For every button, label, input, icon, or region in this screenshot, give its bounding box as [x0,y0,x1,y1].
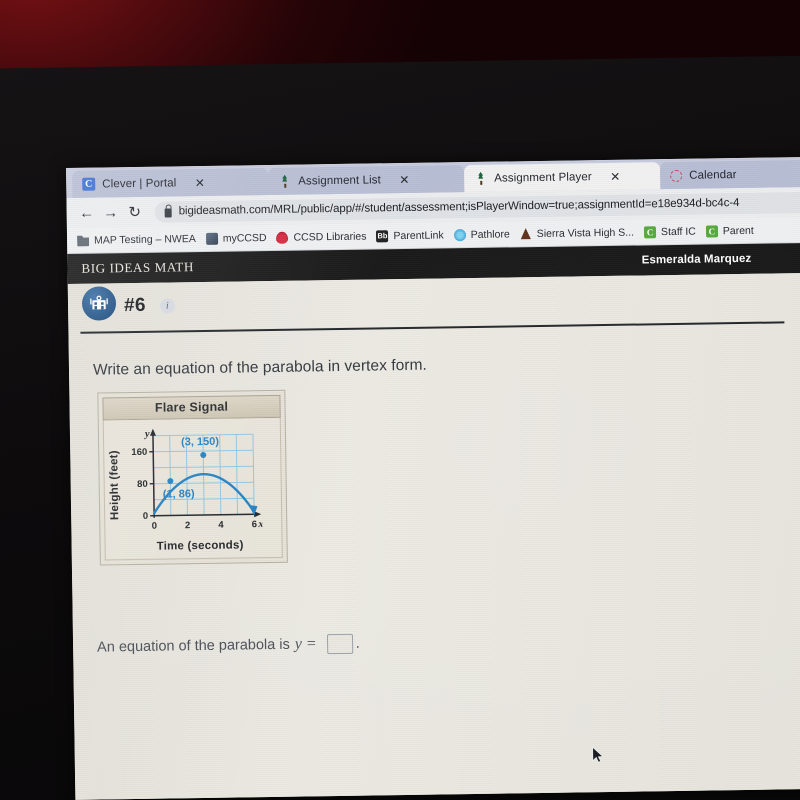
browser-tab-assignment-list[interactable]: Assignment List ✕ [268,165,465,196]
question-number: #6 [123,294,146,317]
reload-icon[interactable]: ↻ [122,200,146,224]
bookmark-label: ParentLink [393,228,444,242]
svg-text:80: 80 [137,479,148,490]
url-text: bigideasmath.com/MRL/public/app/#/studen… [178,197,740,218]
figure-flare-signal: Flare Signal Height (feet) 0 80 160 0 2 … [97,389,288,566]
y-axis-symbol: y [143,429,150,440]
bookmark-label: myCCSD [222,231,267,245]
svg-text:0: 0 [152,521,157,532]
answer-prefix: An equation of the parabola is [96,636,290,656]
close-icon[interactable]: ✕ [609,169,622,183]
y-axis-arrow [149,428,156,436]
user-name: Esmeralda Marquez [641,252,752,267]
photo-of-laptop-screen: C Clever | Portal ✕ Assignment List ✕ As… [0,0,800,800]
x-tick-labels: 0 2 4 6 [152,519,257,532]
question-prompt: Write an equation of the parabola in ver… [92,356,427,379]
svg-text:160: 160 [131,447,147,458]
pathlore-icon [453,228,466,241]
bookmark-label: Staff IC [660,225,696,238]
info-icon[interactable]: i [159,297,175,314]
svg-text:4: 4 [218,520,224,531]
clever-icon: C [643,225,657,238]
y-axis-label: Height (feet) [108,449,122,520]
browser-window: C Clever | Portal ✕ Assignment List ✕ As… [66,156,800,800]
calendar-favicon [670,169,683,182]
bookmark-label: Sierra Vista High S... [536,226,635,240]
mountain-icon [520,228,532,240]
assignment-content: #6 i Write an equation of the parabola i… [67,272,800,800]
parabola-chart: 0 80 160 0 2 4 6 y x (3, 150) (1, 86) [131,428,262,532]
assessment-icon [81,286,117,321]
answer-input[interactable] [326,633,353,655]
bookmark-label: CCSD Libraries [293,230,367,244]
vertex-annotation: (3, 150) [181,436,219,449]
svg-text:6: 6 [252,519,257,530]
bookmark-staff-ic[interactable]: C Staff IC [641,224,699,239]
bookmark-label: Parent [722,224,754,237]
close-icon[interactable]: ✕ [398,172,411,186]
y-tick-labels: 0 80 160 [131,447,148,522]
lock-icon [164,207,172,218]
folder-icon [77,234,89,246]
tab-title: Calendar [689,168,737,182]
app-brand: BIG IDEAS MATH [81,259,194,276]
mouse-cursor [592,746,604,763]
tab-title: Assignment Player [494,170,592,185]
bookmark-myccsd[interactable]: myCCSD [203,230,270,245]
x-axis-symbol: x [257,519,262,530]
bookmark-label: MAP Testing – NWEA [93,232,196,247]
drop-icon [276,231,289,244]
close-icon[interactable]: ✕ [193,175,206,189]
bookmark-ccsd-libraries[interactable]: CCSD Libraries [273,229,369,244]
bookmark-sierra-vista[interactable]: Sierra Vista High S... [517,225,637,241]
browser-tab-clever-portal[interactable]: C Clever | Portal ✕ [72,168,269,198]
back-icon[interactable]: ← [74,201,98,225]
answer-suffix: . [355,635,360,652]
clever-icon: C [705,224,718,238]
bookmark-label: Pathlore [470,227,510,241]
blackboard-icon: Bb [376,229,389,242]
clever-favicon: C [82,177,96,191]
svg-text:2: 2 [185,520,190,531]
figure-title: Flare Signal [102,394,281,421]
point-annotation: (1, 86) [163,488,195,500]
tab-title: Clever | Portal [102,176,177,190]
myccsd-icon [205,232,218,245]
bookmark-parent[interactable]: C Parent [703,223,757,238]
forward-icon[interactable]: → [98,200,122,224]
tab-title: Assignment List [298,173,381,188]
answer-variable: y = [294,635,317,653]
bookmark-parentlink[interactable]: Bb ParentLink [373,228,446,243]
svg-text:0: 0 [143,511,148,522]
browser-tab-assignment-player[interactable]: Assignment Player ✕ [464,162,661,193]
answer-row: An equation of the parabola is y = . [97,627,800,658]
vertex-point [200,451,207,458]
figure-body: Height (feet) 0 80 160 0 2 4 6 y x (3, 1… [102,417,283,561]
bookmark-map-testing[interactable]: MAP Testing – NWEA [74,232,199,248]
browser-tab-calendar[interactable]: Calendar [659,159,800,190]
bookmark-pathlore[interactable]: Pathlore [451,227,513,242]
tree-favicon [474,172,487,185]
tree-favicon [278,175,291,188]
x-axis-label: Time (seconds) [156,539,244,553]
